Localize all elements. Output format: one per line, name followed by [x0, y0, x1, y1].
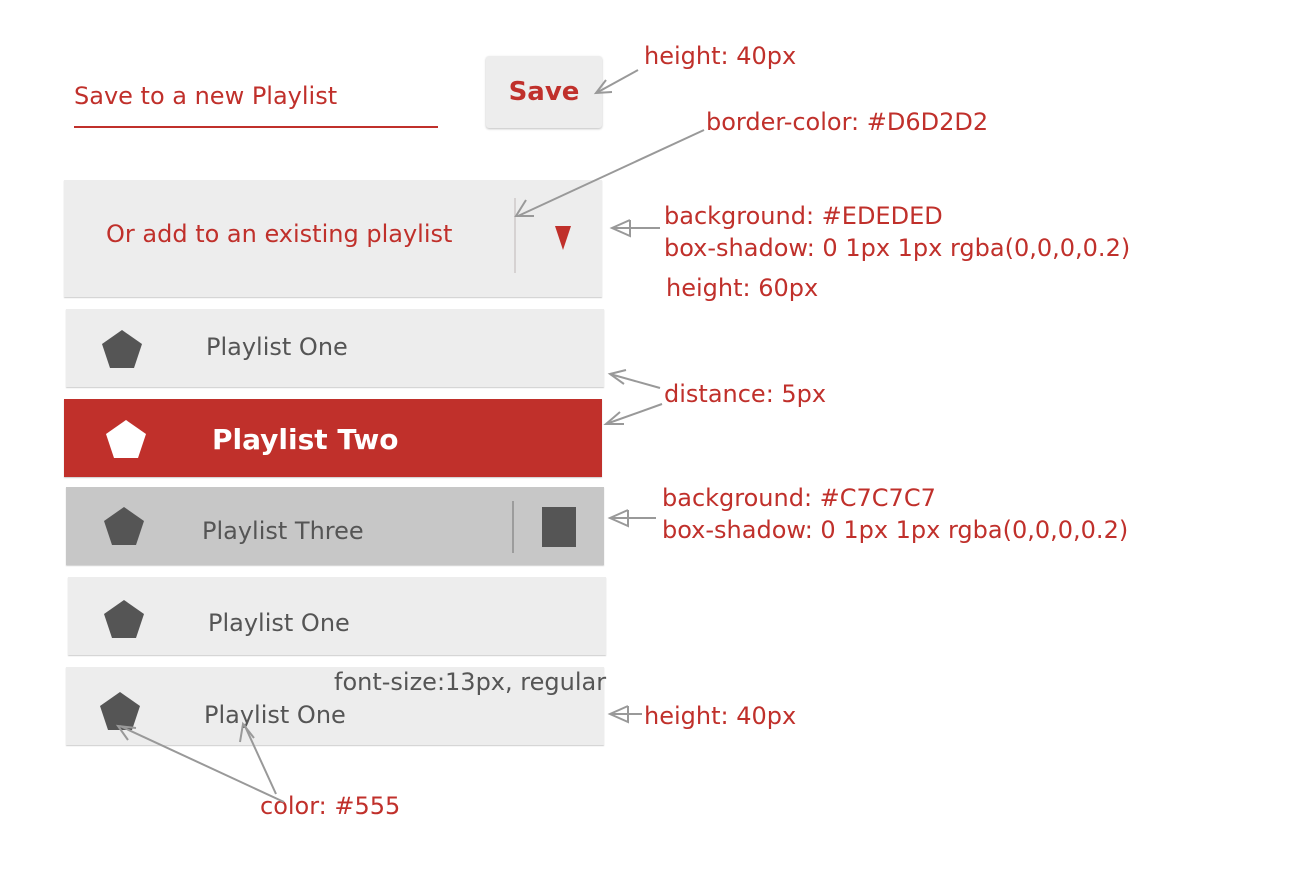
- arrow-color-text: [243, 723, 277, 795]
- annotation-arrows: [115, 69, 705, 803]
- arrow-color-icon: [119, 725, 285, 803]
- arrow-border-color: [517, 129, 705, 217]
- arrow-distance-bottom: [605, 403, 663, 425]
- arrow-distance-top: [609, 373, 661, 389]
